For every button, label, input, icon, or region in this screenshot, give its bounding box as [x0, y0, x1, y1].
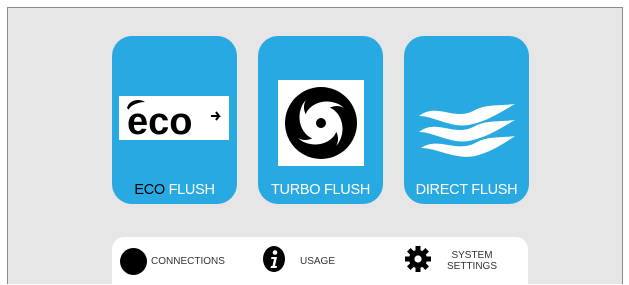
- connections-button[interactable]: CONNECTIONS: [120, 237, 225, 285]
- info-icon: [262, 245, 286, 278]
- eco-flush-button[interactable]: eco ECO FLUSH: [112, 36, 237, 204]
- system-settings-button[interactable]: SYSTEM SETTINGS: [405, 237, 497, 285]
- svg-text:eco: eco: [127, 101, 192, 140]
- bottom-nav-bar: CONNECTIONS USAGE SYSTEM SETTINGS: [112, 237, 528, 285]
- turbo-swirl-icon: [278, 80, 364, 166]
- eco-leaf-icon: eco: [119, 96, 229, 143]
- gear-icon: [405, 245, 431, 277]
- connections-dot-icon: [120, 247, 147, 275]
- water-wave-icon: [415, 102, 519, 158]
- direct-flush-button[interactable]: DIRECT FLUSH: [404, 36, 529, 204]
- eco-flush-label: ECO FLUSH: [134, 182, 215, 198]
- connections-label: CONNECTIONS: [151, 255, 225, 267]
- turbo-flush-label: TURBO FLUSH: [270, 182, 370, 198]
- system-settings-label: SYSTEM SETTINGS: [447, 250, 498, 272]
- main-screen: eco ECO FLUSH TURBO FLUSH DIRECT FLUSH C…: [7, 7, 623, 285]
- usage-label: USAGE: [300, 255, 336, 267]
- turbo-flush-button[interactable]: TURBO FLUSH: [258, 36, 383, 204]
- direct-flush-label: DIRECT FLUSH: [415, 182, 518, 198]
- usage-button[interactable]: USAGE: [262, 237, 335, 285]
